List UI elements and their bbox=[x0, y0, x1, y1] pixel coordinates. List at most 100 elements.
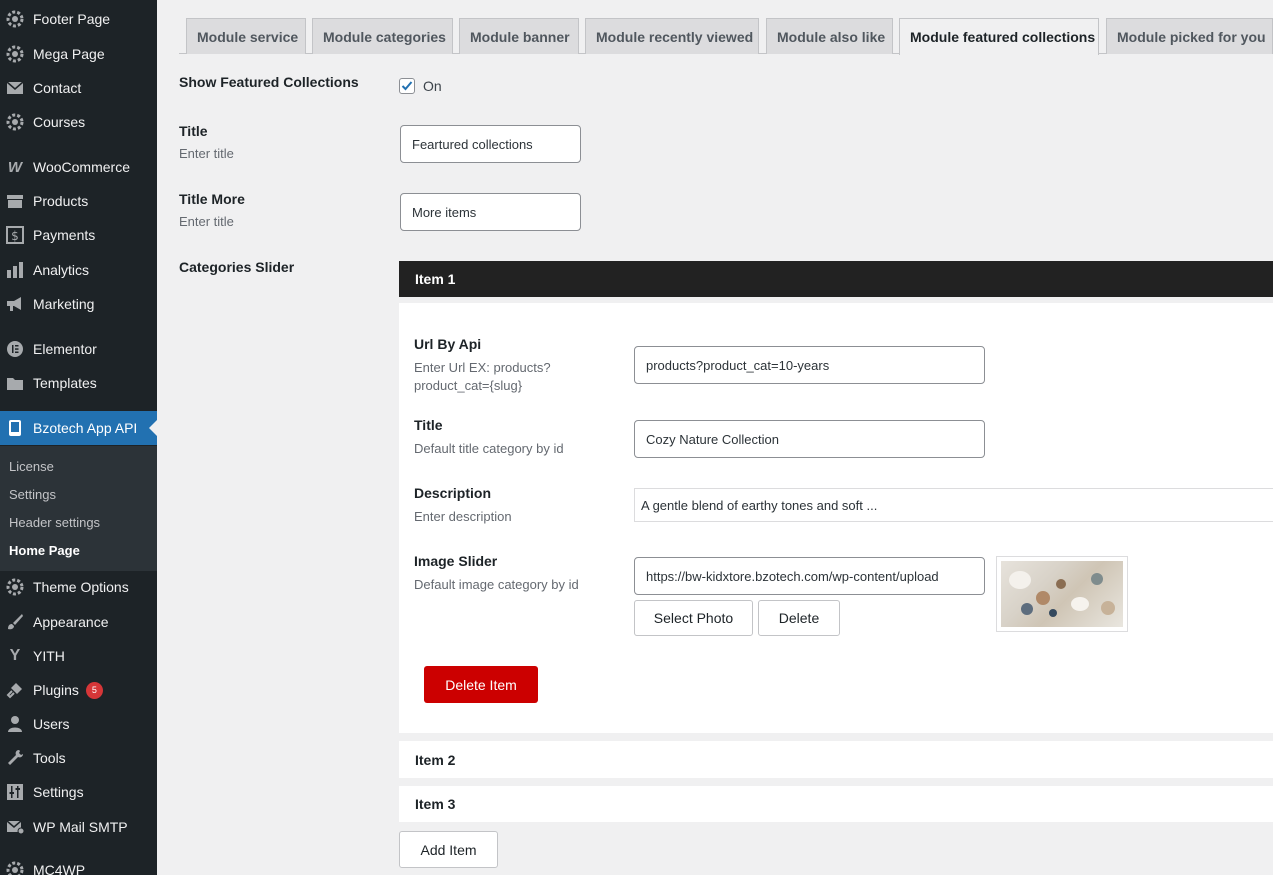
show-featured-state: On bbox=[423, 78, 442, 94]
sidebar-item-theme-options[interactable]: Theme Options bbox=[0, 570, 157, 604]
tab-module-featured-collections[interactable]: Module featured collections bbox=[899, 18, 1099, 55]
item-title-label: Title bbox=[414, 417, 443, 433]
add-item-button[interactable]: Add Item bbox=[399, 831, 498, 868]
description-label: Description bbox=[414, 485, 492, 501]
url-desc: Enter Url EX: products? bbox=[414, 360, 551, 375]
gear-circle-icon bbox=[5, 44, 25, 64]
sidebar-item-label: Analytics bbox=[33, 262, 90, 278]
sliders-icon bbox=[5, 782, 25, 802]
wrench-icon bbox=[5, 748, 25, 768]
tab-module-recently-viewed[interactable]: Module recently viewed bbox=[585, 18, 759, 54]
plugins-update-badge: 5 bbox=[85, 681, 103, 699]
sidebar-item-label: Templates bbox=[33, 375, 97, 391]
sidebar-item-label: Tools bbox=[33, 750, 66, 766]
sidebar-item-label: Footer Page bbox=[33, 11, 111, 27]
mail-icon bbox=[5, 78, 25, 98]
megaphone-icon bbox=[5, 294, 25, 314]
select-photo-button[interactable]: Select Photo bbox=[634, 600, 753, 636]
sidebar-item-settings[interactable]: Settings bbox=[0, 775, 157, 809]
tab-module-also-like[interactable]: Module also like bbox=[766, 18, 893, 54]
folder-icon bbox=[5, 373, 25, 393]
title-more-label: Title More bbox=[179, 191, 245, 207]
slider-item-2[interactable]: Item 2 bbox=[399, 741, 1273, 778]
tab-module-banner[interactable]: Module banner bbox=[459, 18, 579, 54]
submenu-item-license[interactable]: License bbox=[9, 459, 54, 474]
url-input[interactable]: products?product_cat=10-years bbox=[634, 346, 985, 384]
image-url-input[interactable]: https://bw-kidxtore.bzotech.com/wp-conte… bbox=[634, 557, 985, 595]
sidebar-item-yith[interactable]: Y YITH bbox=[0, 639, 157, 673]
gear-circle-icon bbox=[5, 860, 25, 875]
sidebar-item-courses[interactable]: Courses bbox=[0, 105, 157, 139]
slider-item-3[interactable]: Item 3 bbox=[399, 786, 1273, 822]
sidebar-item-mc4wp[interactable]: MC4WP bbox=[0, 853, 157, 875]
sidebar-item-label: Bzotech App API bbox=[33, 420, 138, 436]
sidebar-item-bzotech-app-api[interactable]: Bzotech App API bbox=[0, 411, 157, 445]
svg-text:$: $ bbox=[11, 229, 19, 243]
sidebar-item-wp-mail-smtp[interactable]: WP Mail SMTP bbox=[0, 810, 157, 844]
description-desc: Enter description bbox=[414, 509, 512, 524]
description-textarea[interactable]: A gentle blend of earthy tones and soft … bbox=[634, 488, 1273, 522]
sidebar-submenu: License Settings Header settings Home Pa… bbox=[0, 446, 157, 571]
sidebar-item-label: YITH bbox=[33, 648, 65, 664]
sidebar-item-label: Contact bbox=[33, 80, 82, 96]
sidebar-item-woocommerce[interactable]: W WooCommerce bbox=[0, 150, 157, 184]
sidebar-item-plugins[interactable]: Plugins 5 bbox=[0, 673, 157, 707]
sidebar-item-analytics[interactable]: Analytics bbox=[0, 253, 157, 287]
title-desc: Enter title bbox=[179, 146, 234, 161]
slider-item-header[interactable]: Item 1 bbox=[399, 261, 1273, 297]
user-icon bbox=[5, 714, 25, 734]
delete-item-button[interactable]: Delete Item bbox=[424, 666, 538, 703]
admin-sidebar: Footer Page Mega Page Contact Courses W … bbox=[0, 0, 157, 875]
url-label: Url By Api bbox=[414, 336, 482, 352]
sidebar-item-elementor[interactable]: Elementor bbox=[0, 332, 157, 366]
sidebar-item-tools[interactable]: Tools bbox=[0, 741, 157, 775]
sidebar-item-products[interactable]: Products bbox=[0, 184, 157, 218]
sidebar-item-marketing[interactable]: Marketing bbox=[0, 287, 157, 321]
elementor-icon bbox=[5, 339, 25, 359]
tab-module-categories[interactable]: Module categories bbox=[312, 18, 453, 54]
sidebar-item-mega-page[interactable]: Mega Page bbox=[0, 37, 157, 71]
delete-photo-button[interactable]: Delete bbox=[758, 600, 840, 636]
show-featured-checkbox[interactable] bbox=[399, 78, 415, 94]
title-input[interactable]: Feartured collections bbox=[400, 125, 581, 163]
dollar-icon: $ bbox=[5, 225, 25, 245]
tab-module-picked-for-you[interactable]: Module picked for you bbox=[1106, 18, 1273, 54]
sidebar-item-label: Plugins bbox=[33, 682, 79, 698]
mail-smtp-icon bbox=[5, 817, 25, 837]
sidebar-item-label: Marketing bbox=[33, 296, 95, 312]
sidebar-item-contact[interactable]: Contact bbox=[0, 71, 157, 105]
sidebar-item-label: Courses bbox=[33, 114, 86, 130]
sidebar-item-templates[interactable]: Templates bbox=[0, 366, 157, 400]
title-more-input[interactable]: More items bbox=[400, 193, 581, 231]
sidebar-item-appearance[interactable]: Appearance bbox=[0, 605, 157, 639]
plug-icon bbox=[5, 680, 25, 700]
gear-circle-icon bbox=[5, 577, 25, 597]
yith-icon: Y bbox=[9, 647, 21, 664]
woo-icon: W bbox=[7, 158, 23, 176]
image-preview bbox=[996, 556, 1128, 632]
submenu-item-header-settings[interactable]: Header settings bbox=[9, 515, 100, 530]
sidebar-item-label: Mega Page bbox=[33, 46, 105, 62]
title-label: Title bbox=[179, 123, 208, 139]
gear-circle-icon bbox=[5, 9, 25, 29]
sidebar-item-label: WooCommerce bbox=[33, 159, 130, 175]
submenu-item-settings[interactable]: Settings bbox=[9, 487, 56, 502]
item-title-desc: Default title category by id bbox=[414, 441, 564, 456]
brush-icon bbox=[5, 612, 25, 632]
submenu-item-home-page[interactable]: Home Page bbox=[9, 543, 80, 558]
sidebar-item-label: Users bbox=[33, 716, 70, 732]
image-slider-desc: Default image category by id bbox=[414, 577, 579, 592]
sidebar-item-users[interactable]: Users bbox=[0, 707, 157, 741]
sidebar-item-payments[interactable]: $ Payments bbox=[0, 218, 157, 252]
checkmark-icon bbox=[401, 81, 413, 91]
item-title-input[interactable]: Cozy Nature Collection bbox=[634, 420, 985, 458]
sidebar-item-footer-page[interactable]: Footer Page bbox=[0, 2, 157, 36]
tab-module-service[interactable]: Module service bbox=[186, 18, 306, 54]
phone-icon bbox=[5, 418, 25, 438]
archive-icon bbox=[5, 191, 25, 211]
title-more-desc: Enter title bbox=[179, 214, 234, 229]
show-featured-label: Show Featured Collections bbox=[179, 74, 359, 90]
sidebar-item-label: Appearance bbox=[33, 614, 109, 630]
url-desc-2: product_cat={slug} bbox=[414, 378, 523, 393]
sidebar-item-label: Payments bbox=[33, 227, 96, 243]
